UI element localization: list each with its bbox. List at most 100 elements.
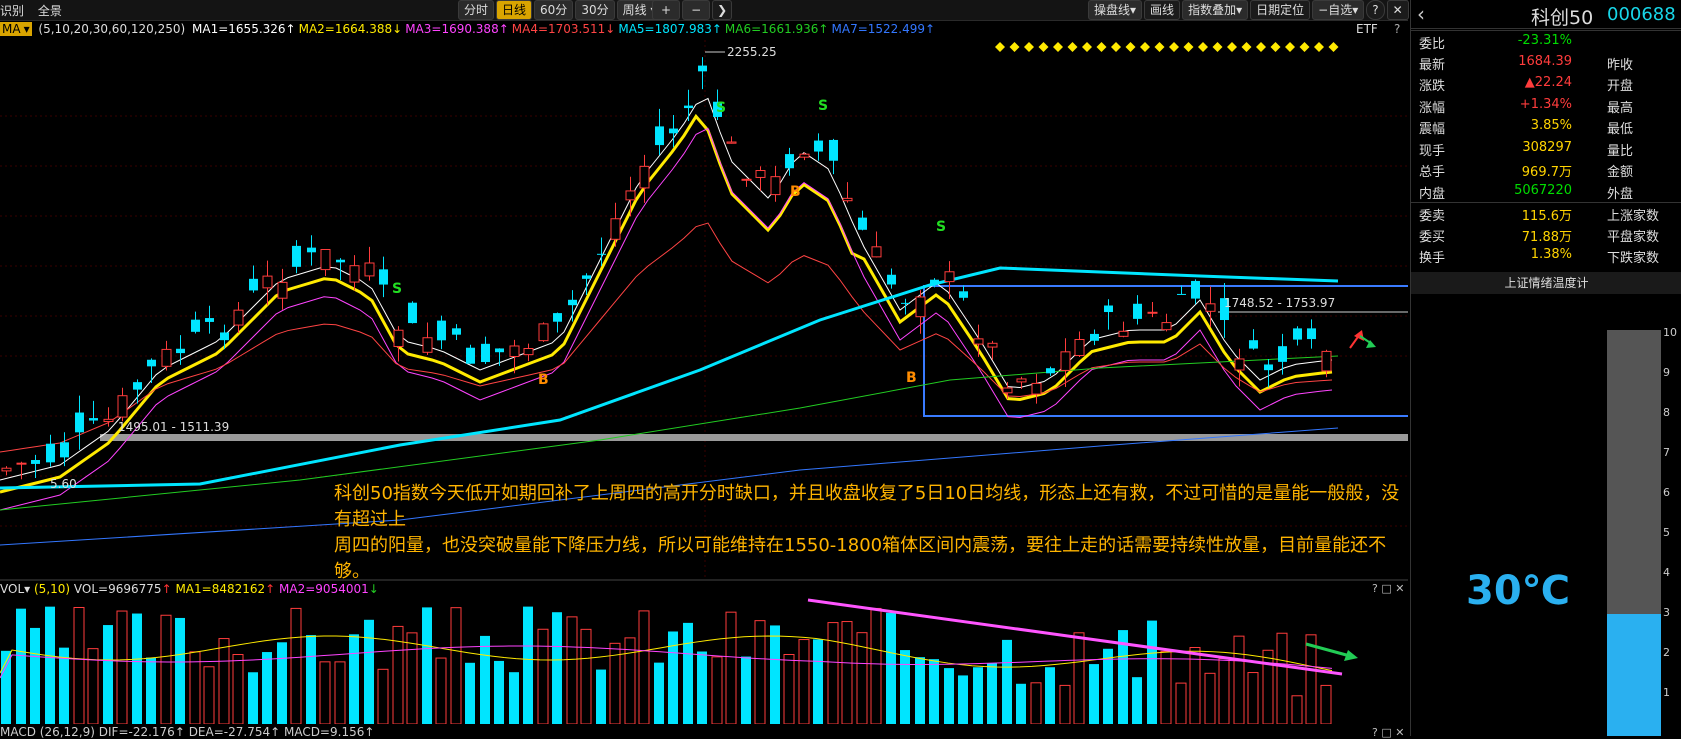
vol-arrow: ↑	[161, 582, 172, 596]
recognize-button[interactable]: 识别	[0, 4, 24, 18]
volume-bar	[1320, 684, 1332, 724]
candle	[1293, 326, 1302, 346]
candle	[625, 176, 636, 217]
candle	[523, 343, 534, 362]
candle	[553, 312, 562, 333]
volume-bar	[915, 657, 925, 724]
volume-bar	[450, 607, 462, 724]
thermometer-tick: 7	[1663, 446, 1670, 459]
quote-row: 涨幅 +1.34% 最高	[1411, 95, 1681, 116]
diamond-marker	[1009, 42, 1020, 52]
candle	[842, 182, 853, 203]
index-title: 科创50	[1531, 7, 1594, 29]
tab-60min[interactable]: 60分	[534, 0, 574, 20]
volume-bar	[334, 661, 346, 724]
close-icon[interactable]: ✕	[1386, 0, 1409, 20]
candle	[610, 202, 621, 247]
high-label: 2255.25	[727, 45, 777, 59]
volume-bar	[160, 614, 172, 724]
volume-bar	[1276, 632, 1288, 724]
candle	[437, 315, 446, 350]
quote-row: 总手 969.7万 金额	[1411, 159, 1681, 180]
volume-bar	[813, 639, 823, 724]
thermometer-tick: 1	[1663, 686, 1670, 699]
index-code: 000688	[1607, 4, 1676, 25]
candle	[1031, 373, 1042, 404]
quote-label-secondary: 金额	[1607, 165, 1634, 180]
volume-bar	[435, 657, 447, 724]
operation-line-dropdown[interactable]: 操盘线▾	[1088, 0, 1143, 20]
candle	[176, 335, 185, 365]
candle	[292, 240, 301, 274]
quote-label: 换手	[1419, 251, 1446, 266]
diamond-marker	[1285, 42, 1295, 52]
help-icon[interactable]: ?	[1366, 0, 1385, 20]
candle	[75, 395, 84, 450]
toolbar-right-group: 操盘线▾ 画线 指数叠加▾ 日期定位 −自选▾ ? ✕	[1088, 0, 1411, 20]
quote-label: 委比	[1419, 37, 1446, 52]
volume-bar	[1016, 683, 1026, 724]
volume-bar	[59, 647, 69, 724]
candle	[117, 387, 128, 422]
volume-bar	[566, 616, 578, 724]
volume-bar	[465, 662, 475, 724]
volume-bar	[116, 610, 128, 724]
ma-params: (5,10,20,30,60,120,250)	[38, 22, 186, 36]
ma-selector[interactable]: MA ▾	[0, 22, 32, 36]
signal-diamonds	[995, 42, 1339, 52]
thermometer-tick: 2	[1663, 646, 1670, 659]
candle	[568, 290, 577, 322]
draw-line-button[interactable]: 画线	[1144, 0, 1181, 20]
diamond-marker	[1154, 42, 1165, 52]
diamond-marker	[1038, 42, 1049, 52]
quote-row: 换手 1.38% 下跌家数	[1411, 245, 1681, 266]
candle	[31, 454, 40, 478]
panorama-button[interactable]: 全景	[38, 4, 62, 18]
diamond-marker	[1053, 42, 1063, 52]
watchlist-dropdown[interactable]: −自选▾	[1312, 0, 1365, 20]
back-arrow-icon[interactable]: ‹	[1417, 2, 1425, 26]
diamond-marker	[1299, 42, 1310, 52]
quote-label: 委买	[1419, 229, 1446, 245]
quote-label: 涨跌	[1419, 79, 1446, 94]
thermometer-tick: 10	[1663, 326, 1677, 339]
candle	[538, 322, 549, 342]
operation-line-label: 操盘线	[1094, 3, 1131, 17]
diamond-marker	[1082, 42, 1092, 52]
etf-label[interactable]: ETF	[1356, 22, 1378, 36]
tab-intraday[interactable]: 分时	[458, 0, 495, 20]
volume-arrow-head	[1344, 650, 1358, 661]
volume-bar	[103, 625, 113, 724]
diamond-marker	[1125, 42, 1136, 52]
candle	[89, 400, 98, 424]
zoom-in-button[interactable]: +	[652, 0, 681, 20]
vol-selector[interactable]: VOL▾	[0, 582, 30, 596]
volume-bar	[944, 668, 954, 724]
tab-30min[interactable]: 30分	[575, 0, 615, 20]
candle	[698, 57, 707, 90]
expand-arrow-icon[interactable]: ❯	[712, 0, 733, 20]
ma-help-icon[interactable]: ?	[1394, 22, 1400, 36]
ma-values: MA1=1655.326↑ MA2=1664.388↓ MA3=1690.388↑ M…	[192, 22, 938, 36]
volume-bar	[364, 619, 374, 724]
macd-panel-buttons[interactable]: ? □ ✕	[1372, 726, 1404, 739]
quote-value: 969.7万	[1521, 165, 1572, 180]
sell-signal: S	[818, 98, 828, 114]
volume-bar	[45, 606, 55, 724]
candle	[16, 461, 27, 480]
diamond-marker	[1212, 42, 1223, 52]
candle	[799, 152, 810, 161]
quote-value: +1.34%	[1519, 96, 1572, 112]
vol-panel-buttons[interactable]: ? □ ✕	[1372, 582, 1404, 595]
macd-values: MACD (26,12,9) DIF=-22.176↑ DEA=-27.754↑…	[0, 725, 375, 739]
volume-bar	[146, 657, 156, 724]
date-locate-button[interactable]: 日期定位	[1250, 0, 1311, 20]
volume-bar	[929, 659, 939, 724]
volume-bar	[798, 639, 810, 724]
candle	[452, 324, 461, 341]
zoom-out-button[interactable]: −	[682, 0, 711, 20]
candle	[205, 305, 214, 334]
tab-daily[interactable]: 日线	[496, 0, 533, 20]
trend-arrows	[1349, 330, 1376, 349]
index-overlay-dropdown[interactable]: 指数叠加▾	[1182, 0, 1249, 20]
